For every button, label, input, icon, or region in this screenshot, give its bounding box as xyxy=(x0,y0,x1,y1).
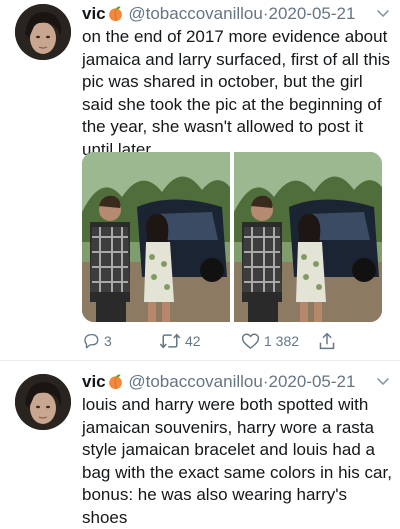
peach-emoji-icon xyxy=(108,374,122,390)
text-line: style jamaican bracelet and louis had a xyxy=(82,440,375,459)
tweet[interactable]: vic @tobaccovanillou·2020-05-21 louis an… xyxy=(0,360,400,527)
text-line: bag with the exact same colors in his ca… xyxy=(82,462,392,482)
user-handle[interactable]: @tobaccovanillou xyxy=(128,372,262,391)
display-name[interactable]: vic xyxy=(82,372,106,391)
tweet-header: vic @tobaccovanillou·2020-05-21 xyxy=(82,370,392,394)
text-line: jamaica and larry surfaced, first of all… xyxy=(82,49,391,69)
avatar[interactable] xyxy=(15,374,71,430)
reply-icon xyxy=(84,333,99,349)
text-line: jamaican souvenirs, harry wore a rasta xyxy=(82,417,374,437)
photo-image xyxy=(82,152,230,322)
chevron-down-icon[interactable] xyxy=(376,8,390,20)
heart-icon xyxy=(241,333,260,349)
text-line: louis and harry were both spotted with xyxy=(82,395,369,414)
avatar-image xyxy=(15,374,71,430)
action-bar: 3 42 1 382 xyxy=(82,329,382,353)
avatar[interactable] xyxy=(15,4,71,60)
tweet-photo[interactable] xyxy=(82,152,230,322)
chevron-down-icon[interactable] xyxy=(376,376,390,388)
text-line: the year, she wasn't allowed to post it xyxy=(82,117,364,136)
text-line: bonus: he was also wearing harry's shoes xyxy=(82,485,347,527)
tweet-header: vic @tobaccovanillou·2020-05-21 xyxy=(82,2,392,26)
peach-emoji-icon xyxy=(108,6,122,22)
text-line: said she took the pic at the beginning o… xyxy=(82,94,382,114)
share-icon xyxy=(319,332,335,350)
photo-image xyxy=(234,152,382,322)
reply-count: 3 xyxy=(104,333,112,349)
tweet-text: on the end of 2017 more evidence about j… xyxy=(82,26,396,161)
tweet-date[interactable]: 2020-05-21 xyxy=(269,372,356,391)
tweet[interactable]: vic @tobaccovanillou·2020-05-21 on the e… xyxy=(0,0,400,360)
tweet-date[interactable]: 2020-05-21 xyxy=(269,4,356,23)
user-handle[interactable]: @tobaccovanillou xyxy=(128,4,262,23)
display-name[interactable]: vic xyxy=(82,4,106,23)
retweet-icon xyxy=(159,333,181,349)
reply-button[interactable]: 3 xyxy=(82,329,112,353)
avatar-image xyxy=(15,4,71,60)
tweet-text: louis and harry were both spotted with j… xyxy=(82,394,396,529)
retweet-count: 42 xyxy=(185,333,201,349)
retweet-button[interactable]: 42 xyxy=(159,329,201,353)
media-grid xyxy=(82,152,383,322)
text-line: pic was shared in october, but the girl xyxy=(82,72,363,91)
share-button[interactable] xyxy=(318,329,336,353)
text-line: on the end of 2017 more evidence about xyxy=(82,27,388,46)
like-button[interactable]: 1 382 xyxy=(241,329,299,353)
like-count: 1 382 xyxy=(264,333,300,349)
tweet-photo[interactable] xyxy=(234,152,382,322)
